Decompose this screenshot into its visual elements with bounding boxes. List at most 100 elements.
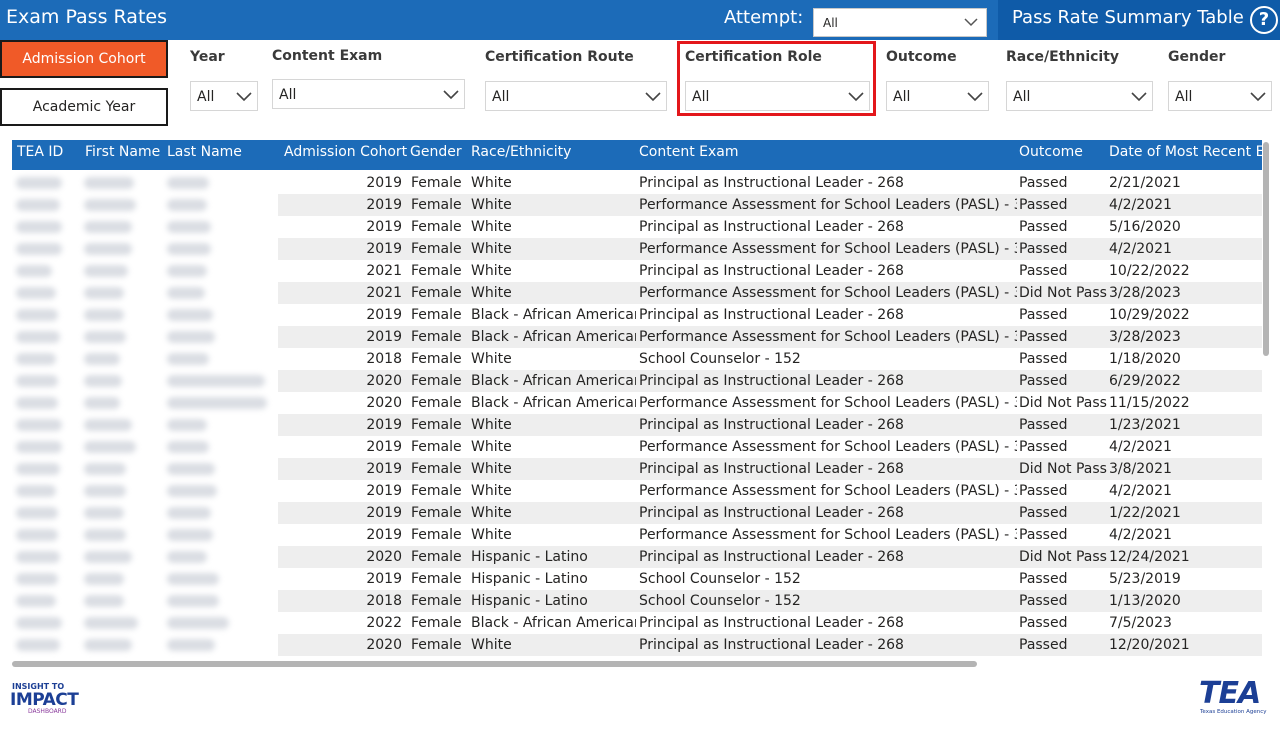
table-row[interactable]: 2019 Female White Performance Assessment fo…	[12, 524, 1262, 546]
redacted-first-name	[84, 441, 136, 453]
year-dropdown[interactable]: All	[190, 81, 258, 111]
academic-year-button[interactable]: Academic Year	[0, 88, 168, 126]
redacted-tea-id	[16, 287, 56, 299]
table-row[interactable]: 2019 Female White Performance Assessment fo…	[12, 238, 1262, 260]
cell-outcome: Passed	[1019, 593, 1068, 609]
attempt-value: All	[823, 16, 838, 30]
redacted-last-name	[167, 375, 265, 387]
redacted-first-name	[84, 199, 136, 211]
redacted-last-name	[167, 573, 219, 585]
admission-cohort-button[interactable]: Admission Cohort	[0, 40, 168, 78]
cell-admission-cohort: 2019	[366, 527, 402, 543]
redacted-tea-id	[16, 463, 60, 475]
cell-gender: Female	[411, 197, 462, 213]
cell-race-ethnicity: White	[471, 175, 512, 191]
redacted-tea-id	[16, 177, 62, 189]
redacted-first-name	[84, 573, 124, 585]
certification-route-value: All	[492, 89, 510, 105]
table-row[interactable]: 2020 Female Black - African American Princi…	[12, 370, 1262, 392]
column-header-first-name[interactable]: First Name	[85, 140, 165, 170]
redacted-tea-id	[16, 441, 62, 453]
column-header-date[interactable]: Date of Most Recent Exam	[1109, 140, 1262, 170]
cell-race-ethnicity: White	[471, 285, 512, 301]
table-row[interactable]: 2019 Female White Performance Assessment fo…	[12, 194, 1262, 216]
table-row[interactable]: 2021 Female White Performance Assessment fo…	[12, 282, 1262, 304]
tea-logo-subtitle: Texas Education Agency	[1200, 709, 1267, 715]
redacted-tea-id	[16, 243, 62, 255]
table-row[interactable]: 2019 Female White Principal as Instructiona…	[12, 502, 1262, 524]
horizontal-scrollbar[interactable]	[12, 661, 977, 667]
redacted-tea-id	[16, 507, 58, 519]
table-row[interactable]: 2019 Female White Principal as Instructiona…	[12, 172, 1262, 194]
race-ethnicity-dropdown[interactable]: All	[1006, 81, 1153, 111]
column-header-content-exam[interactable]: Content Exam	[639, 140, 1009, 170]
gender-dropdown[interactable]: All	[1168, 81, 1272, 111]
cell-outcome: Passed	[1019, 175, 1068, 191]
cell-content-exam: Performance Assessment for School Leader…	[639, 395, 1017, 411]
cell-gender: Female	[411, 505, 462, 521]
cell-outcome: Passed	[1019, 219, 1068, 235]
cell-content-exam: Principal as Instructional Leader - 268	[639, 505, 904, 521]
cell-content-exam: Performance Assessment for School Leader…	[639, 241, 1017, 257]
column-header-race-ethnicity[interactable]: Race/Ethnicity	[471, 140, 631, 170]
cell-admission-cohort: 2020	[366, 373, 402, 389]
cell-outcome: Passed	[1019, 571, 1068, 587]
cell-race-ethnicity: Hispanic - Latino	[471, 593, 588, 609]
table-row[interactable]: 2019 Female White Performance Assessment fo…	[12, 436, 1262, 458]
table-row[interactable]: 2019 Female White Performance Assessment fo…	[12, 480, 1262, 502]
cell-gender: Female	[411, 329, 462, 345]
column-header-last-name[interactable]: Last Name	[167, 140, 277, 170]
vertical-scrollbar[interactable]	[1263, 142, 1269, 356]
redacted-tea-id	[16, 551, 60, 563]
help-icon[interactable]: ?	[1250, 6, 1278, 34]
certification-route-dropdown[interactable]: All	[485, 81, 667, 111]
table-row[interactable]: 2021 Female White Principal as Instructiona…	[12, 260, 1262, 282]
gender-filter-label: Gender	[1168, 49, 1226, 65]
table-row[interactable]: 2019 Female Black - African American Princi…	[12, 304, 1262, 326]
cell-admission-cohort: 2019	[366, 219, 402, 235]
table-row[interactable]: 2019 Female White Principal as Instructiona…	[12, 458, 1262, 480]
outcome-filter: Outcome All	[886, 49, 989, 111]
table-row[interactable]: 2022 Female Black - African American Princi…	[12, 612, 1262, 634]
table-row[interactable]: 2020 Female Hispanic - Latino Principal as …	[12, 546, 1262, 568]
outcome-dropdown[interactable]: All	[886, 81, 989, 111]
cell-gender: Female	[411, 285, 462, 301]
cell-outcome: Passed	[1019, 615, 1068, 631]
cell-gender: Female	[411, 615, 462, 631]
tea-logo: TEA Texas Education Agency	[1196, 676, 1276, 718]
attempt-dropdown[interactable]: All	[813, 8, 987, 37]
cell-gender: Female	[411, 571, 462, 587]
pass-rate-summary-button[interactable]: Pass Rate Summary Table	[998, 0, 1280, 40]
table-row[interactable]: 2019 Female White Principal as Instructiona…	[12, 414, 1262, 436]
table-row[interactable]: 2019 Female Hispanic - Latino School Counse…	[12, 568, 1262, 590]
chevron-down-icon	[1130, 89, 1148, 109]
column-header-gender[interactable]: Gender	[410, 140, 462, 170]
race-ethnicity-value: All	[1013, 89, 1031, 105]
table-row[interactable]: 2020 Female Black - African American Perfor…	[12, 392, 1262, 414]
cell-content-exam: Principal as Instructional Leader - 268	[639, 615, 904, 631]
table-row[interactable]: 2018 Female White School Counselor - 152 Pas…	[12, 348, 1262, 370]
table-row[interactable]: 2019 Female Black - African American Perfor…	[12, 326, 1262, 348]
outcome-filter-label: Outcome	[886, 49, 957, 65]
table-row[interactable]: 2019 Female White Principal as Instructiona…	[12, 216, 1262, 238]
redacted-last-name	[167, 309, 213, 321]
cell-outcome: Passed	[1019, 637, 1068, 653]
column-header-outcome[interactable]: Outcome	[1019, 140, 1107, 170]
content-exam-dropdown[interactable]: All	[272, 79, 465, 109]
cell-outcome: Passed	[1019, 197, 1068, 213]
redacted-tea-id	[16, 199, 60, 211]
cell-admission-cohort: 2019	[366, 197, 402, 213]
column-header-tea-id[interactable]: TEA ID	[17, 140, 83, 170]
page-title: Exam Pass Rates	[6, 6, 167, 28]
column-header-admission-cohort[interactable]: Admission Cohort	[284, 140, 408, 170]
table-row[interactable]: 2018 Female Hispanic - Latino School Counse…	[12, 590, 1262, 612]
cell-admission-cohort: 2018	[366, 593, 402, 609]
cell-content-exam: School Counselor - 152	[639, 571, 801, 587]
cell-gender: Female	[411, 307, 462, 323]
redacted-first-name	[84, 353, 120, 365]
cell-date: 1/18/2020	[1109, 351, 1181, 367]
insight-to-impact-logo: INSIGHT TO IMPACT DASHBOARD	[10, 682, 90, 716]
content-exam-filter: Content Exam All	[272, 48, 465, 110]
table-row[interactable]: 2020 Female White Principal as Instructiona…	[12, 634, 1262, 656]
cell-admission-cohort: 2019	[366, 241, 402, 257]
